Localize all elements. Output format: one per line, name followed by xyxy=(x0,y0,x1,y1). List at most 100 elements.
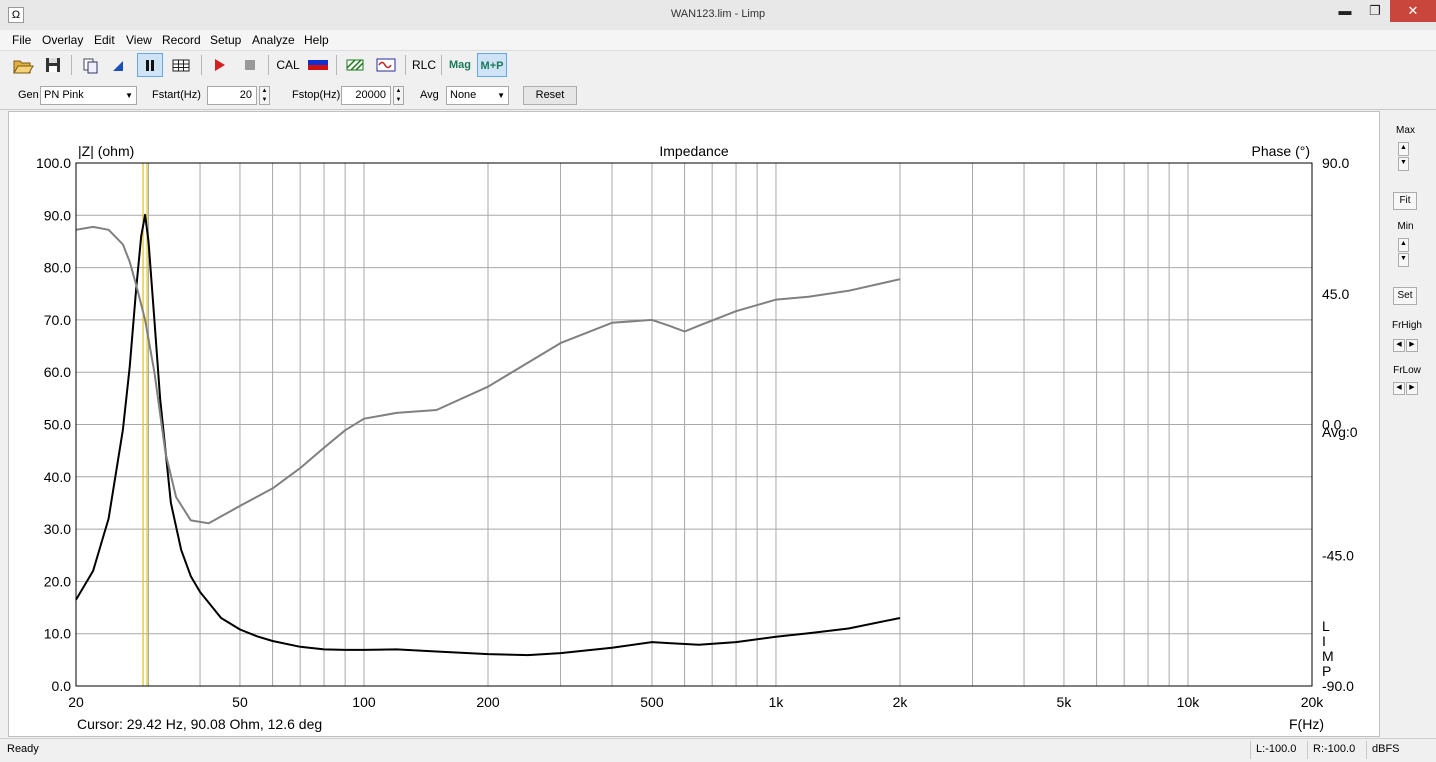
title-bar: Ω WAN123.lim - Limp ▬ ❐ ✕ xyxy=(0,0,1436,31)
frlow-right-button[interactable]: ▶ xyxy=(1406,382,1418,395)
status-bar: Ready L:-100.0 R:-100.0 dBFS xyxy=(0,738,1436,762)
save-button[interactable] xyxy=(40,53,66,77)
x-tick-label: 2k xyxy=(893,694,909,710)
graph-panel: 0.0 10.0 20.0 30.0 40.0 50.0 60.0 70.0 80.0 90.0 1… xyxy=(8,111,1380,737)
open-folder-icon xyxy=(13,60,34,74)
min-label: Min xyxy=(1397,221,1414,232)
rlc-button[interactable]: RLC xyxy=(410,53,438,77)
menu-edit[interactable]: Edit xyxy=(94,33,115,47)
hatch-icon xyxy=(346,59,364,71)
gen-select[interactable]: PN Pink ▼ xyxy=(40,86,137,105)
color-button[interactable] xyxy=(305,53,331,77)
x-tick-label: 100 xyxy=(352,694,376,710)
toolbar-separator xyxy=(336,55,337,75)
x-tick-label: 20k xyxy=(1301,694,1325,710)
watermark-letter: L xyxy=(1322,618,1330,634)
left-axis-title: |Z| (ohm) xyxy=(78,143,134,159)
copy-icon xyxy=(83,58,98,74)
frhigh-right-button[interactable]: ▶ xyxy=(1406,339,1418,352)
avg-label: Avg xyxy=(420,89,439,101)
fstart-input[interactable]: 20 xyxy=(207,86,257,105)
hatch-button[interactable] xyxy=(342,53,368,77)
mag-phase-button[interactable]: M+P xyxy=(477,53,507,77)
cursor-button[interactable] xyxy=(105,53,131,77)
menu-setup[interactable]: Setup xyxy=(210,33,241,47)
reset-button[interactable]: Reset xyxy=(523,86,577,105)
min-down-button[interactable]: ▼ xyxy=(1398,253,1409,267)
y-tick-label: 100.0 xyxy=(36,155,71,171)
x-tick-label: 200 xyxy=(476,694,500,710)
status-divider xyxy=(1250,741,1251,759)
pause-icon xyxy=(146,60,154,71)
y-tick-label: 60.0 xyxy=(44,364,71,380)
max-up-button[interactable]: ▲ xyxy=(1398,142,1409,156)
menu-bar: File Overlay Edit View Record Setup Anal… xyxy=(0,30,1436,51)
frlow-label: FrLow xyxy=(1393,365,1421,376)
window-title: WAN123.lim - Limp xyxy=(670,8,766,20)
close-icon[interactable]: ✕ xyxy=(1390,0,1436,22)
chart-title: Impedance xyxy=(659,143,728,159)
toolbar-separator xyxy=(441,55,442,75)
record-button[interactable] xyxy=(206,53,232,77)
x-tick-label: 20 xyxy=(68,694,84,710)
cal-button[interactable]: CAL xyxy=(274,53,302,77)
wave-icon xyxy=(376,58,396,72)
fstart-spinner[interactable]: ▲ ▼ xyxy=(259,86,270,105)
set-button[interactable]: Set xyxy=(1393,287,1417,305)
mag-button[interactable]: Mag xyxy=(446,53,474,77)
y2-tick-label: 45.0 xyxy=(1322,286,1349,302)
toolbar-separator xyxy=(405,55,406,75)
play-icon xyxy=(215,59,225,71)
y-tick-label: 80.0 xyxy=(44,260,71,276)
open-folder-button[interactable] xyxy=(9,53,35,77)
table-button[interactable] xyxy=(168,53,194,77)
frhigh-label: FrHigh xyxy=(1391,320,1422,331)
menu-overlay[interactable]: Overlay xyxy=(42,33,83,47)
table-icon xyxy=(172,59,190,72)
stop-button[interactable] xyxy=(237,53,263,77)
status-divider xyxy=(1307,741,1308,759)
max-down-button[interactable]: ▼ xyxy=(1398,157,1409,171)
y2-tick-label: -45.0 xyxy=(1322,547,1354,563)
menu-record[interactable]: Record xyxy=(162,33,201,47)
x-tick-label: 1k xyxy=(769,694,785,710)
fit-button[interactable]: Fit xyxy=(1393,192,1417,210)
watermark-letter: M xyxy=(1322,648,1334,664)
toolbar-separator xyxy=(71,55,72,75)
status-ready: Ready xyxy=(7,743,39,755)
status-left-level: L:-100.0 xyxy=(1256,743,1297,755)
pause-button[interactable] xyxy=(137,53,163,77)
avg-select[interactable]: None ▼ xyxy=(446,86,509,105)
fstop-label: Fstop(Hz) xyxy=(292,89,341,101)
x-tick-label: 500 xyxy=(640,694,664,710)
y-tick-label: 90.0 xyxy=(44,207,71,223)
impedance-chart[interactable]: 0.0 10.0 20.0 30.0 40.0 50.0 60.0 70.0 80.0 90.0 1… xyxy=(9,112,1379,736)
toolbar-separator xyxy=(201,55,202,75)
y-tick-label: 40.0 xyxy=(44,469,71,485)
y-tick-label: 0.0 xyxy=(52,678,72,694)
frlow-left-button[interactable]: ◀ xyxy=(1393,382,1405,395)
x-tick-label: 5k xyxy=(1057,694,1073,710)
y-tick-label: 20.0 xyxy=(44,573,71,589)
maximize-icon[interactable]: ❐ xyxy=(1360,0,1390,22)
fstart-label: Fstart(Hz) xyxy=(152,89,201,101)
y2-tick-label: 90.0 xyxy=(1322,155,1349,171)
y2-tick-label: -90.0 xyxy=(1322,678,1354,694)
fstop-spinner[interactable]: ▲ ▼ xyxy=(393,86,404,105)
watermark-letter: I xyxy=(1322,633,1326,649)
menu-help[interactable]: Help xyxy=(304,33,329,47)
minimize-icon[interactable]: ▬ xyxy=(1330,0,1360,22)
menu-analyze[interactable]: Analyze xyxy=(252,33,295,47)
copy-button[interactable] xyxy=(77,53,103,77)
chevron-down-icon: ▼ xyxy=(125,91,133,100)
wave-button[interactable] xyxy=(373,53,399,77)
max-label: Max xyxy=(1396,125,1415,136)
cursor-readout: Cursor: 29.42 Hz, 90.08 Ohm, 12.6 deg xyxy=(77,716,322,732)
min-up-button[interactable]: ▲ xyxy=(1398,238,1409,252)
generator-bar: Gen PN Pink ▼ Fstart(Hz) 20 ▲ ▼ Fstop(Hz)… xyxy=(0,81,1436,110)
menu-file[interactable]: File xyxy=(12,33,31,47)
y-tick-label: 70.0 xyxy=(44,312,71,328)
menu-view[interactable]: View xyxy=(126,33,152,47)
fstop-input[interactable]: 20000 xyxy=(341,86,391,105)
frhigh-left-button[interactable]: ◀ xyxy=(1393,339,1405,352)
